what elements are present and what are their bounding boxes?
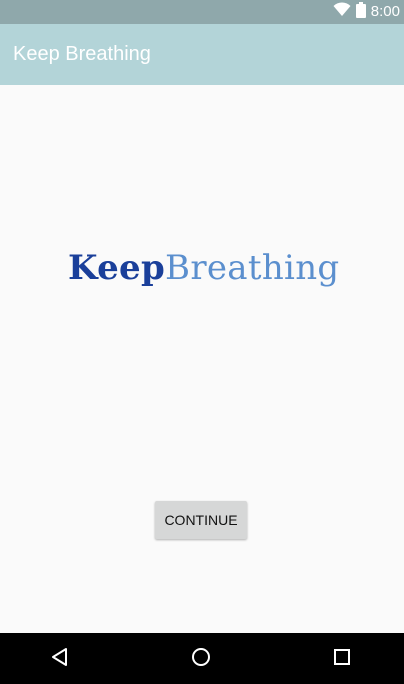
continue-button[interactable]: CONTINUE <box>155 501 247 539</box>
back-icon <box>50 647 70 672</box>
status-icons: 8:00 <box>333 1 400 23</box>
app-bar: Keep Breathing <box>0 24 404 85</box>
app-title: Keep Breathing <box>13 43 151 65</box>
home-icon <box>191 647 211 672</box>
back-button[interactable] <box>46 645 74 673</box>
status-bar: 8:00 <box>0 0 404 24</box>
recents-icon <box>333 648 351 671</box>
main-content: KeepBreathing CONTINUE <box>0 85 404 633</box>
recents-button[interactable] <box>328 645 356 673</box>
wifi-icon <box>333 2 351 22</box>
navigation-bar <box>0 633 404 684</box>
app-logo: KeepBreathing <box>68 248 339 288</box>
app-screen: 8:00 Keep Breathing KeepBreathing CONTIN… <box>0 0 404 684</box>
status-time: 8:00 <box>370 3 400 20</box>
home-button[interactable] <box>187 645 215 673</box>
logo-keep-text: Keep <box>68 248 166 288</box>
battery-icon <box>355 1 366 23</box>
logo-breathing-text: Breathing <box>165 248 340 288</box>
